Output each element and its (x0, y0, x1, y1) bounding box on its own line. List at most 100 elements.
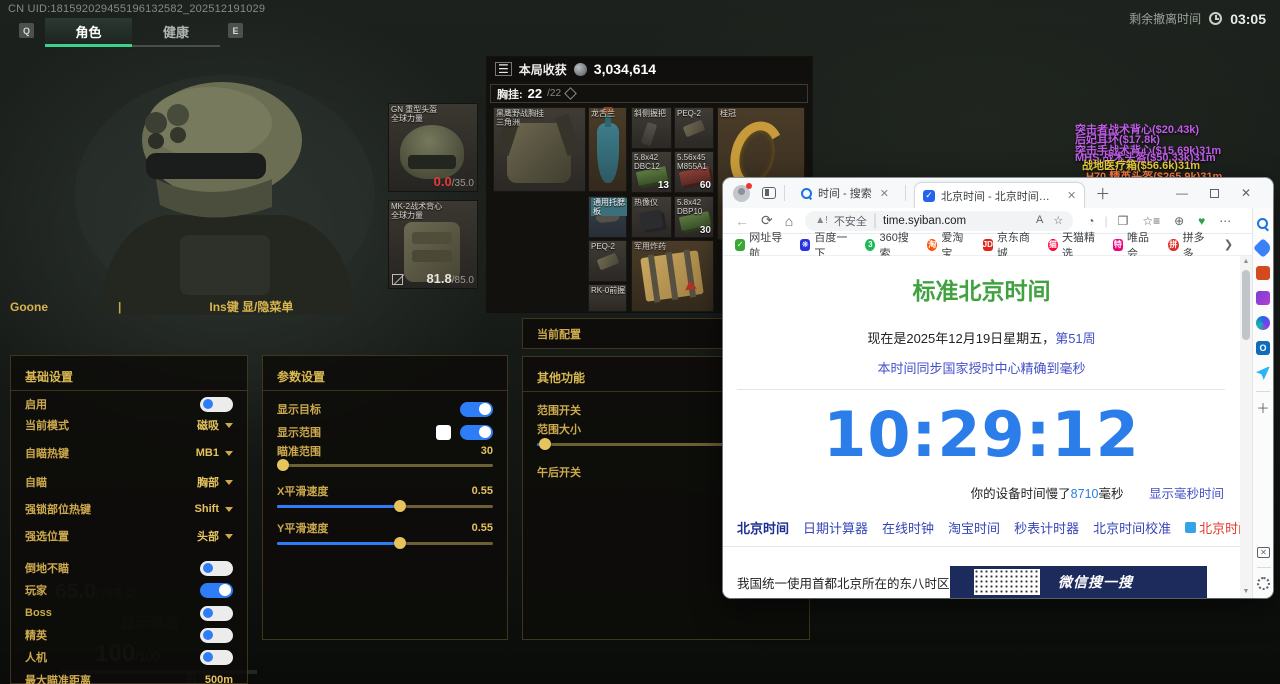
favorite-star-icon[interactable]: ☆ (1053, 214, 1063, 227)
minimize-button[interactable]: — (1176, 186, 1188, 200)
page-scrollbar[interactable]: ▲ ▼ (1240, 256, 1252, 598)
show-range-toggle[interactable] (460, 425, 493, 440)
browser-tab-search[interactable]: 时间 - 搜索 ✕ (793, 180, 897, 206)
list-icon[interactable]: ☰ (495, 62, 512, 76)
item-label: 军用炸药 (634, 242, 666, 251)
copilot-icon[interactable]: ◔ (1087, 214, 1094, 228)
player-toggle[interactable] (200, 583, 233, 598)
vest-name: MK-2战术背心 (391, 202, 442, 211)
aim-range-slider[interactable] (277, 459, 493, 471)
close-tab-icon[interactable]: ✕ (1067, 189, 1076, 202)
nav-link[interactable]: 日期计算器 (803, 518, 868, 537)
tab-preview-icon[interactable] (762, 187, 776, 199)
helmet-image (400, 125, 464, 179)
page-date-line: 现在是2025年12月19日星期五，第51周 (723, 328, 1240, 347)
scroll-up-arrow[interactable]: ▲ (1240, 256, 1252, 268)
new-tab-button[interactable]: ＋ (1095, 183, 1110, 204)
show-ms-link[interactable]: 显示毫秒时间 (1149, 487, 1224, 501)
equipped-vest-slot[interactable]: MK-2战术背心 全球力量 81.8/85.0 (388, 200, 478, 289)
divider (11, 390, 247, 391)
wechat-banner[interactable]: 微信搜一搜 (950, 566, 1207, 598)
item-ammo-dbp10[interactable]: 5.8x42 DBP10 30 (674, 196, 714, 238)
browser-essentials-icon[interactable]: ♥ (1198, 214, 1205, 228)
x-smooth-slider[interactable] (277, 500, 493, 512)
sync-helper-link[interactable]: 北京时间同步助手 (1185, 518, 1240, 537)
aim-label: 自瞄 (25, 474, 47, 490)
vest-durability: 81.8/85.0 (426, 271, 474, 286)
scrollbar-thumb[interactable] (1242, 270, 1250, 340)
bookmarks-overflow-icon[interactable]: ❯ (1224, 238, 1233, 251)
copilot-sidebar-icon[interactable] (1256, 316, 1270, 330)
show-target-toggle[interactable] (460, 402, 493, 417)
address-bar[interactable]: ▲! 不安全 | time.syiban.com A ☆ (805, 211, 1073, 231)
tab-character[interactable]: 角色 (45, 18, 132, 44)
bottle-image (597, 123, 619, 183)
drop-plane-icon[interactable] (1256, 366, 1270, 380)
week-link[interactable]: 第51周 (1055, 331, 1095, 346)
item-peq2[interactable]: PEQ-2 (674, 107, 714, 149)
back-button[interactable]: ← (735, 213, 749, 229)
collections-icon[interactable]: ⊕ (1174, 214, 1184, 228)
item-angled-grip[interactable]: 斜侧握把 (631, 107, 672, 149)
helper-icon (1185, 522, 1196, 533)
close-sidebar-icon[interactable]: ✕ (1257, 547, 1270, 558)
lock-hotkey-select[interactable]: Shift (195, 503, 233, 515)
maximize-button[interactable] (1210, 189, 1219, 198)
bookmark-icon: ✓ (735, 239, 745, 251)
panel-title: 参数设置 (277, 368, 325, 385)
range-color-swatch[interactable] (436, 425, 451, 440)
boss-toggle[interactable] (200, 606, 233, 621)
more-menu-icon[interactable]: ⋯ (1219, 214, 1231, 228)
mode-select[interactable]: 磁吸 (197, 417, 233, 433)
helmet-durability: 0.0/35.0 (434, 174, 474, 189)
item-tequila[interactable]: 龙舌兰 (588, 107, 627, 192)
refresh-button[interactable]: ⟳ (761, 212, 773, 229)
profile-avatar[interactable] (733, 185, 750, 202)
nav-link[interactable]: 淘宝时间 (948, 518, 1000, 537)
scroll-down-arrow[interactable]: ▼ (1240, 586, 1252, 598)
nav-link[interactable]: 北京时间校准 (1093, 518, 1171, 537)
nav-link[interactable]: 北京时间 (737, 518, 789, 537)
gear-icon[interactable] (1257, 577, 1270, 590)
zoom-text-icon[interactable]: A (1036, 214, 1043, 227)
aim-hotkey-select[interactable]: MB1 (196, 447, 233, 459)
sidebar-search-icon[interactable] (1257, 218, 1269, 230)
tab-health[interactable]: 健康 (132, 18, 220, 44)
elite-toggle[interactable] (200, 628, 233, 643)
shopping-tag-icon[interactable] (1253, 238, 1273, 258)
sync-link[interactable]: 本时间同步国家授时中心精确到毫秒 (723, 358, 1240, 377)
elite-label: 精英 (25, 627, 47, 643)
split-screen-icon[interactable]: ❐ (1118, 214, 1129, 228)
item-cheek-rest[interactable]: 通用托腮板 (588, 196, 627, 238)
item-ammo-dbc12[interactable]: 5.8x42 DBC12 13 (631, 151, 672, 193)
y-smooth-slider[interactable] (277, 537, 493, 549)
item-peq2-second[interactable]: PEQ-2 (588, 240, 627, 282)
item-ammo-m855a1[interactable]: 5.56x45 M855A1 60 (674, 151, 714, 193)
close-tab-icon[interactable]: ✕ (880, 187, 889, 200)
peq-image (683, 120, 706, 138)
item-thermal[interactable]: 热像仪 (631, 196, 672, 238)
bookmark-icon: JD (983, 239, 993, 251)
home-button[interactable]: ⌂ (785, 213, 793, 229)
item-label: 三角洲 (496, 118, 520, 127)
games-icon[interactable] (1256, 291, 1270, 305)
divider (905, 185, 906, 201)
close-button[interactable]: ✕ (1241, 186, 1251, 200)
add-sidebar-item-icon[interactable]: ＋ (1256, 403, 1269, 415)
toolbox-icon[interactable] (1256, 266, 1270, 280)
nav-link[interactable]: 秒表计时器 (1014, 518, 1079, 537)
equipped-helmet-slot[interactable]: GN 重型头盔 全球力量 0.0/35.0 (388, 103, 478, 192)
downed-toggle[interactable] (200, 561, 233, 576)
bot-toggle[interactable] (200, 650, 233, 665)
item-label: PEQ-2 (677, 109, 701, 118)
item-chest-rig[interactable]: 黑鹰野战胸挂 三角洲 (493, 107, 586, 192)
lock-position-select[interactable]: 头部 (197, 528, 233, 544)
enable-toggle[interactable] (200, 397, 233, 412)
search-icon (801, 188, 812, 199)
screen: CN UID:181592029455196132582_20251219102… (0, 0, 1280, 684)
aim-select[interactable]: 胸部 (197, 474, 233, 490)
favorites-icon[interactable]: ☆≡ (1142, 214, 1160, 228)
browser-tab-beijing-time[interactable]: ✓ 北京时间 - 北京时间校准精确到毫 ✕ (914, 182, 1085, 208)
outlook-icon[interactable]: O (1256, 341, 1270, 355)
nav-link[interactable]: 在线时钟 (882, 518, 934, 537)
